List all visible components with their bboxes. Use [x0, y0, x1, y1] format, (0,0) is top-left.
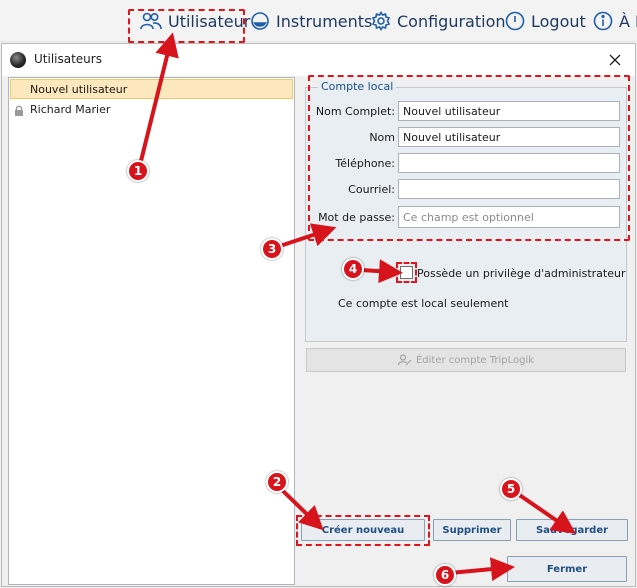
list-item-richard-marier[interactable]: Richard Marier	[10, 100, 293, 120]
top-navigation-bar: Utilisateur Instruments Configuration Lo…	[0, 0, 637, 42]
nav-a-propos[interactable]: À P	[593, 8, 637, 34]
nav-logout-label: Logout	[531, 11, 586, 31]
close-button[interactable]: Fermer	[507, 556, 627, 582]
callout-badge-2: 2	[266, 471, 288, 493]
local-account-highlight	[308, 75, 630, 241]
callout-badge-4: 4	[342, 258, 364, 280]
utilisateur-highlight	[128, 9, 245, 43]
gear-icon	[371, 11, 391, 31]
user-list: Nouvel utilisateur Richard Marier	[8, 77, 295, 585]
power-icon	[505, 11, 525, 31]
close-label: Fermer	[546, 563, 588, 575]
nav-a-propos-label: À P	[619, 11, 637, 31]
callout-badge-5: 5	[500, 478, 522, 500]
save-label: Sauvegarder	[535, 524, 609, 536]
instrument-icon	[251, 12, 269, 30]
create-new-highlight	[296, 515, 430, 546]
user-edit-icon	[397, 354, 412, 366]
callout-badge-1: 1	[127, 160, 149, 182]
nav-logout[interactable]: Logout	[505, 8, 586, 34]
admin-checkbox-label: Possède un privilège d'administrateur	[417, 267, 626, 280]
save-button[interactable]: Sauvegarder	[516, 519, 628, 541]
nav-configuration-label: Configuration	[397, 11, 506, 31]
list-item-label: Richard Marier	[30, 103, 111, 116]
delete-button[interactable]: Supprimer	[433, 519, 511, 541]
list-item-nouvel-utilisateur[interactable]: Nouvel utilisateur	[10, 79, 293, 99]
lock-icon	[15, 105, 23, 116]
dialog-title: Utilisateurs	[34, 52, 102, 66]
nav-instruments[interactable]: Instruments	[250, 8, 372, 34]
edit-triplogik-label: Éditer compte TripLogik	[415, 354, 535, 366]
callout-badge-3: 3	[261, 238, 283, 260]
callout-badge-6: 6	[434, 564, 456, 586]
dialog-titlebar: Utilisateurs	[2, 44, 635, 76]
edit-triplogik-button[interactable]: Éditer compte TripLogik	[306, 348, 626, 372]
app-logo-icon	[10, 52, 26, 68]
info-icon	[593, 11, 613, 31]
delete-label: Supprimer	[442, 524, 502, 536]
local-account-note: Ce compte est local seulement	[338, 297, 509, 310]
nav-configuration[interactable]: Configuration	[371, 8, 506, 34]
nav-instruments-label: Instruments	[276, 11, 373, 31]
admin-checkbox-highlight	[396, 262, 417, 283]
close-icon[interactable]	[605, 50, 625, 70]
list-item-label: Nouvel utilisateur	[30, 83, 128, 96]
